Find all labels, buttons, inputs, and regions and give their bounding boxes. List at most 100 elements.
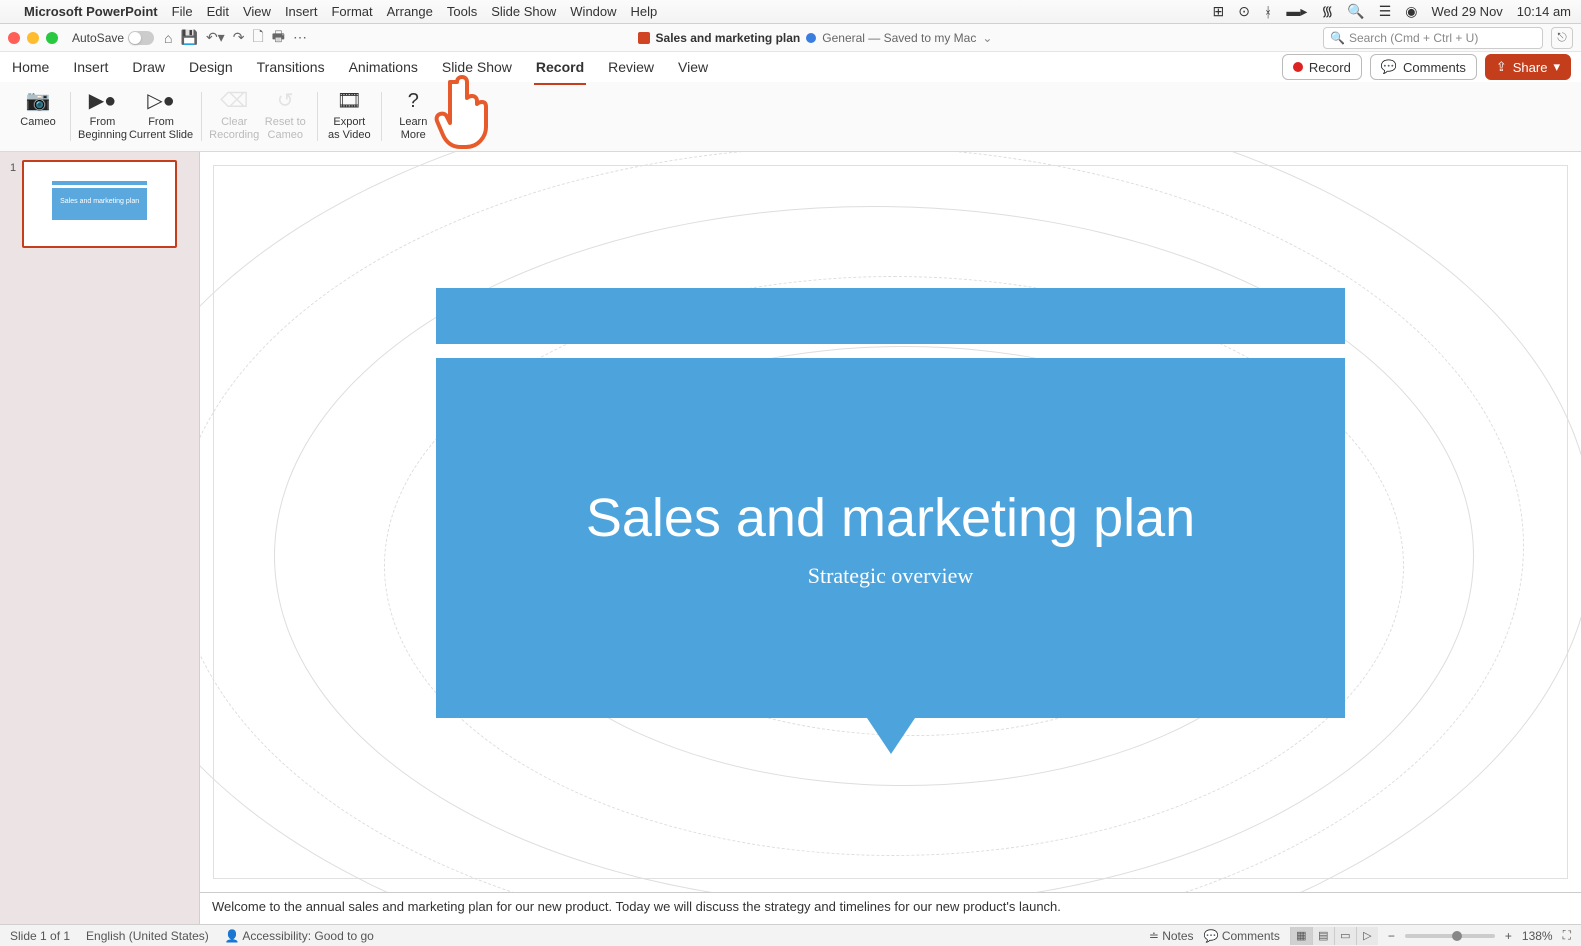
ribbon-tabs-row: Home Insert Draw Design Transitions Anim… xyxy=(0,52,1581,82)
zoom-slider[interactable] xyxy=(1405,934,1495,938)
spotlight-icon[interactable]: 🔍 xyxy=(1347,3,1364,20)
language-status[interactable]: English (United States) xyxy=(86,929,209,943)
siri-icon[interactable]: ◉ xyxy=(1405,3,1417,20)
doc-type-icon xyxy=(638,32,650,44)
reading-view-button[interactable]: ▭ xyxy=(1334,927,1356,945)
menu-edit[interactable]: Edit xyxy=(207,4,229,19)
menu-tools[interactable]: Tools xyxy=(447,4,477,19)
reset-cameo-button: ↺ Reset to Cameo xyxy=(261,86,309,141)
notes-toggle[interactable]: ≐ Notes xyxy=(1149,929,1194,943)
tab-view[interactable]: View xyxy=(676,55,710,79)
print-icon[interactable]: 🖶 xyxy=(272,26,285,50)
minimize-button[interactable] xyxy=(27,32,39,44)
menu-format[interactable]: Format xyxy=(331,4,372,19)
zoom-out-button[interactable]: − xyxy=(1388,929,1395,943)
control-center-icon[interactable]: ☰ xyxy=(1379,3,1392,20)
more-icon[interactable]: ⋯ xyxy=(293,29,307,46)
tab-insert[interactable]: Insert xyxy=(71,55,110,79)
tab-transitions[interactable]: Transitions xyxy=(255,55,327,79)
tab-record[interactable]: Record xyxy=(534,55,586,79)
tab-home[interactable]: Home xyxy=(10,55,51,79)
redo-icon[interactable]: ↷ xyxy=(233,29,245,46)
chevron-down-icon: ▾ xyxy=(1553,59,1560,75)
menubar-time[interactable]: 10:14 am xyxy=(1517,4,1571,19)
play-icon[interactable]: ⊙ xyxy=(1238,3,1250,20)
menubar-date[interactable]: Wed 29 Nov xyxy=(1432,4,1503,19)
document-title[interactable]: Sales and marketing plan xyxy=(656,31,801,45)
record-button-label: Record xyxy=(1309,60,1351,75)
file-icon[interactable]: 🗋 xyxy=(252,26,263,50)
menu-slideshow[interactable]: Slide Show xyxy=(491,4,556,19)
menu-view[interactable]: View xyxy=(243,4,271,19)
cameo-icon: 📷 xyxy=(24,88,52,114)
workspace: 1 Sales and marketing plan Sale xyxy=(0,152,1581,924)
tab-draw[interactable]: Draw xyxy=(130,55,167,79)
export-video-icon: 🎞 xyxy=(335,88,363,114)
normal-view-button[interactable]: ▦ xyxy=(1290,927,1312,945)
slide-title[interactable]: Sales and marketing plan xyxy=(586,487,1195,549)
wifi-icon[interactable]: ᯾ xyxy=(1321,2,1333,21)
from-current-icon: ▷● xyxy=(147,88,175,114)
close-button[interactable] xyxy=(8,32,20,44)
sorter-view-button[interactable]: ▤ xyxy=(1312,927,1334,945)
zoom-in-button[interactable]: + xyxy=(1505,929,1512,943)
slide-counter[interactable]: Slide 1 of 1 xyxy=(10,929,70,943)
slide-canvas[interactable]: Sales and marketing plan Strategic overv… xyxy=(200,152,1581,892)
record-button[interactable]: Record xyxy=(1282,54,1362,80)
menu-file[interactable]: File xyxy=(172,4,193,19)
slideshow-view-button[interactable]: ▷ xyxy=(1356,927,1378,945)
save-icon[interactable]: 💾 xyxy=(181,29,198,46)
clear-recording-button: ⌫ Clear Recording xyxy=(209,86,259,141)
zoom-level[interactable]: 138% xyxy=(1522,929,1553,943)
bluetooth-icon[interactable]: ᚼ xyxy=(1264,4,1272,20)
slide-number-label: 1 xyxy=(10,160,16,248)
slide-subtitle[interactable]: Strategic overview xyxy=(808,563,974,589)
fit-window-button[interactable]: ⛶ xyxy=(1563,928,1571,943)
maximize-button[interactable] xyxy=(46,32,58,44)
quick-access-toolbar: ⌂ 💾 ↶▾ ↷ 🗋 🖶 ⋯ xyxy=(164,26,307,50)
from-beginning-button[interactable]: ▶● From Beginning xyxy=(78,86,127,141)
share-icon: ⇪ xyxy=(1496,59,1507,75)
cameo-button[interactable]: 📷 Cameo xyxy=(14,86,62,129)
share-button[interactable]: ⇪Share▾ xyxy=(1485,54,1571,80)
activity-icon[interactable]: ⎋ xyxy=(1551,27,1573,49)
menu-insert[interactable]: Insert xyxy=(285,4,318,19)
menu-help[interactable]: Help xyxy=(631,4,658,19)
status-bar: Slide 1 of 1 English (United States) 👤 A… xyxy=(0,924,1581,946)
from-current-button[interactable]: ▷● From Current Slide xyxy=(129,86,193,141)
notes-pane[interactable]: Welcome to the annual sales and marketin… xyxy=(200,892,1581,924)
tab-slideshow[interactable]: Slide Show xyxy=(440,55,514,79)
battery-icon[interactable]: ▬▸ xyxy=(1286,3,1307,20)
tab-review[interactable]: Review xyxy=(606,55,656,79)
toggle-switch[interactable] xyxy=(128,31,154,45)
export-video-button[interactable]: 🎞 Export as Video xyxy=(325,86,373,141)
chevron-down-icon[interactable]: ⌄ xyxy=(982,31,992,45)
from-current-label: From Current Slide xyxy=(129,116,193,141)
sensitivity-badge-icon xyxy=(806,33,816,43)
slide-title-box[interactable]: Sales and marketing plan Strategic overv… xyxy=(436,358,1345,718)
home-icon[interactable]: ⌂ xyxy=(164,30,172,46)
sensitivity-label[interactable]: General — Saved to my Mac xyxy=(822,31,976,45)
menu-window[interactable]: Window xyxy=(570,4,616,19)
menu-arrange[interactable]: Arrange xyxy=(387,4,433,19)
speech-pointer-icon xyxy=(867,718,915,754)
slide-thumbnail-pane[interactable]: 1 Sales and marketing plan xyxy=(0,152,200,924)
accessibility-status[interactable]: 👤 Accessibility: Good to go xyxy=(225,929,374,943)
autosave-toggle[interactable]: AutoSave xyxy=(72,31,154,45)
clear-recording-label: Clear Recording xyxy=(209,116,259,141)
tab-design[interactable]: Design xyxy=(187,55,235,79)
tab-animations[interactable]: Animations xyxy=(347,55,420,79)
comments-button[interactable]: 💬Comments xyxy=(1370,54,1477,80)
learn-more-button[interactable]: ? Learn More xyxy=(389,86,437,141)
cameo-label: Cameo xyxy=(20,116,55,129)
undo-icon[interactable]: ↶▾ xyxy=(206,29,225,46)
extensions-icon[interactable]: ⊞ xyxy=(1212,3,1224,20)
mac-menubar: Microsoft PowerPoint File Edit View Inse… xyxy=(0,0,1581,24)
window-controls xyxy=(8,32,58,44)
app-name[interactable]: Microsoft PowerPoint xyxy=(24,4,158,19)
learn-more-label: Learn More xyxy=(399,116,427,141)
slide-thumbnail[interactable]: Sales and marketing plan xyxy=(22,160,177,248)
search-input[interactable]: 🔍 Search (Cmd + Ctrl + U) xyxy=(1323,27,1543,49)
comments-toggle[interactable]: 💬 Comments xyxy=(1204,929,1280,943)
autosave-label: AutoSave xyxy=(72,31,124,45)
